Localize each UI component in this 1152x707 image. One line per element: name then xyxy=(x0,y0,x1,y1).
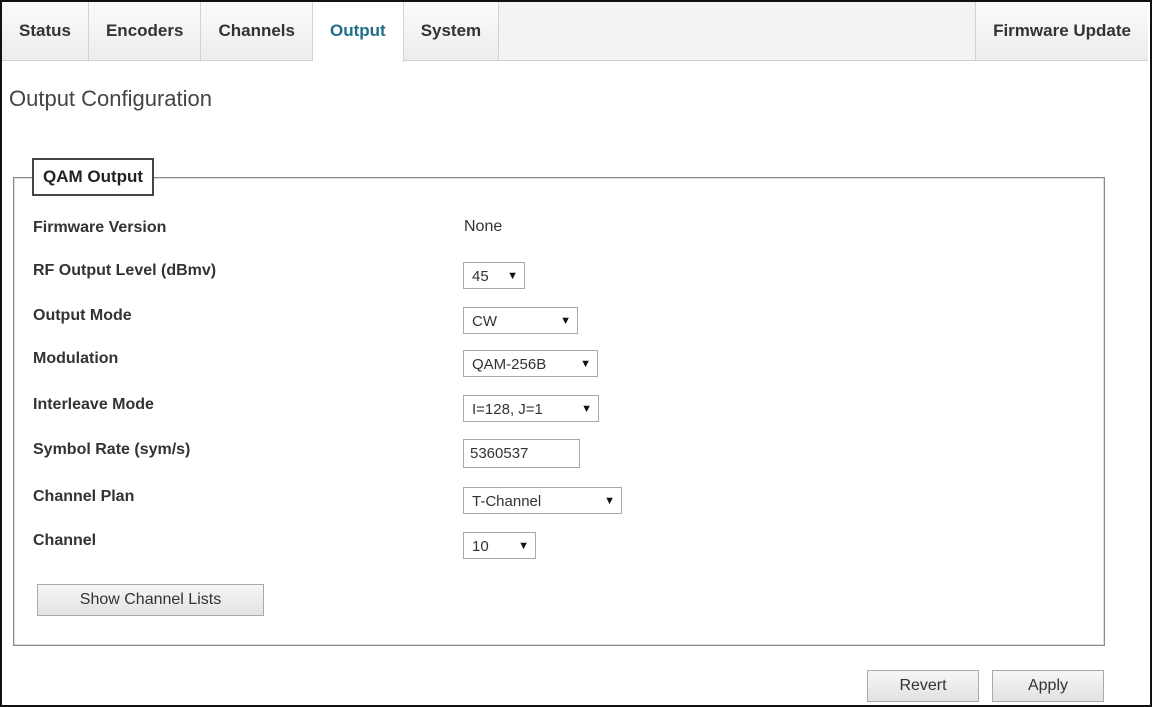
dropdown-arrow-icon: ▼ xyxy=(580,358,591,370)
modulation-select[interactable]: QAM-256B ▼ xyxy=(463,350,598,377)
firmware-version-value: None xyxy=(464,218,503,235)
tab-output[interactable]: Output xyxy=(312,2,404,62)
qam-output-legend: QAM Output xyxy=(32,158,155,196)
apply-button[interactable]: Apply xyxy=(992,670,1104,702)
rf-output-level-label: RF Output Level (dBmv) xyxy=(33,262,217,279)
channel-label: Channel xyxy=(33,532,97,549)
show-channel-lists-button[interactable]: Show Channel Lists xyxy=(37,584,264,616)
tab-encoders[interactable]: Encoders xyxy=(88,2,202,60)
dropdown-arrow-icon: ▼ xyxy=(604,495,615,507)
tab-firmware-update[interactable]: Firmware Update xyxy=(976,2,1148,60)
tab-bar-spacer xyxy=(499,2,977,60)
rf-output-level-select[interactable]: 45 ▼ xyxy=(463,262,525,289)
tab-channels[interactable]: Channels xyxy=(201,2,313,60)
interleave-mode-label: Interleave Mode xyxy=(33,396,154,413)
tab-bar: Status Encoders Channels Output System F… xyxy=(2,2,1148,62)
modulation-value: QAM-256B xyxy=(472,356,547,373)
interleave-mode-select[interactable]: I=128, J=1 ▼ xyxy=(463,395,599,422)
interleave-mode-value: I=128, J=1 xyxy=(472,401,543,418)
channel-value: 10 xyxy=(472,538,489,555)
channel-plan-label: Channel Plan xyxy=(33,488,135,505)
tab-status[interactable]: Status xyxy=(2,2,89,60)
output-mode-select[interactable]: CW ▼ xyxy=(463,307,578,334)
tab-system[interactable]: System xyxy=(403,2,500,60)
channel-select[interactable]: 10 ▼ xyxy=(463,532,536,559)
rf-output-level-value: 45 xyxy=(472,268,489,285)
dropdown-arrow-icon: ▼ xyxy=(581,403,592,415)
modulation-label: Modulation xyxy=(33,350,119,367)
output-mode-value: CW xyxy=(472,313,497,330)
symbol-rate-input[interactable] xyxy=(463,439,580,468)
symbol-rate-label: Symbol Rate (sym/s) xyxy=(33,441,191,458)
dropdown-arrow-icon: ▼ xyxy=(507,270,518,282)
dropdown-arrow-icon: ▼ xyxy=(518,540,529,552)
revert-button[interactable]: Revert xyxy=(867,670,979,702)
output-mode-label: Output Mode xyxy=(33,307,132,324)
dropdown-arrow-icon: ▼ xyxy=(560,315,571,327)
channel-plan-select[interactable]: T-Channel ▼ xyxy=(463,487,622,514)
firmware-version-label: Firmware Version xyxy=(33,219,167,236)
page-title: Output Configuration xyxy=(9,86,213,111)
channel-plan-value: T-Channel xyxy=(472,493,542,510)
